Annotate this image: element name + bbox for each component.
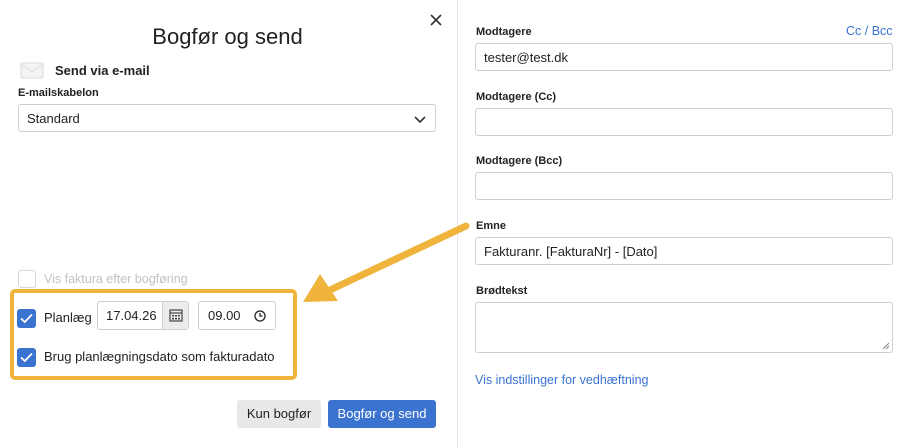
body-textarea[interactable]: [475, 302, 893, 353]
schedule-label: Planlæg: [44, 310, 92, 325]
use-schedule-date-label: Brug planlægningsdato som fakturadato: [44, 349, 275, 364]
chevron-down-icon: [414, 113, 426, 124]
recipients-input[interactable]: tester@test.dk: [475, 43, 893, 71]
close-icon[interactable]: [428, 12, 444, 28]
calendar-icon: [169, 309, 183, 322]
right-panel: Modtagere Cc / Bcc tester@test.dk Modtag…: [458, 0, 908, 447]
schedule-date-input[interactable]: 17.04.26: [97, 301, 189, 330]
schedule-checkbox[interactable]: [17, 309, 36, 328]
email-template-label: E-mailskabelon: [18, 87, 99, 99]
show-invoice-checkbox[interactable]: [18, 270, 36, 288]
body-label: Brødtekst: [476, 285, 528, 297]
dialog-title: Bogfør og send: [152, 24, 303, 49]
bcc-input[interactable]: [475, 172, 893, 200]
cc-label: Modtagere (Cc): [476, 91, 557, 103]
resize-handle-icon[interactable]: [882, 342, 890, 350]
cc-input[interactable]: [475, 108, 893, 136]
attachment-settings-link[interactable]: Vis indstillinger for vedhæftning: [475, 373, 648, 387]
schedule-time-input[interactable]: 09.00: [198, 301, 276, 330]
use-schedule-date-checkbox[interactable]: [17, 348, 36, 367]
subject-label: Emne: [476, 220, 506, 232]
cc-bcc-link[interactable]: Cc / Bcc: [846, 24, 893, 38]
bcc-label: Modtagere (Bcc): [476, 155, 563, 167]
recipients-label: Modtagere: [476, 26, 532, 38]
clock-icon: [254, 310, 266, 322]
left-panel: Bogfør og send Send via e-mail E-mailska…: [0, 0, 458, 447]
subject-input[interactable]: Fakturanr. [FakturaNr] - [Dato]: [475, 237, 893, 265]
post-and-send-button[interactable]: Bogfør og send: [328, 400, 436, 428]
mail-icon: [20, 60, 44, 80]
send-via-email-label: Send via e-mail: [55, 63, 150, 78]
post-only-button[interactable]: Kun bogfør: [237, 400, 321, 428]
calendar-button[interactable]: [162, 302, 188, 329]
schedule-time-value: 09.00: [208, 308, 241, 323]
schedule-date-value: 17.04.26: [106, 308, 157, 323]
email-template-value: Standard: [27, 111, 80, 126]
email-template-select[interactable]: Standard: [18, 104, 436, 132]
show-invoice-label: Vis faktura efter bogføring: [44, 272, 188, 286]
